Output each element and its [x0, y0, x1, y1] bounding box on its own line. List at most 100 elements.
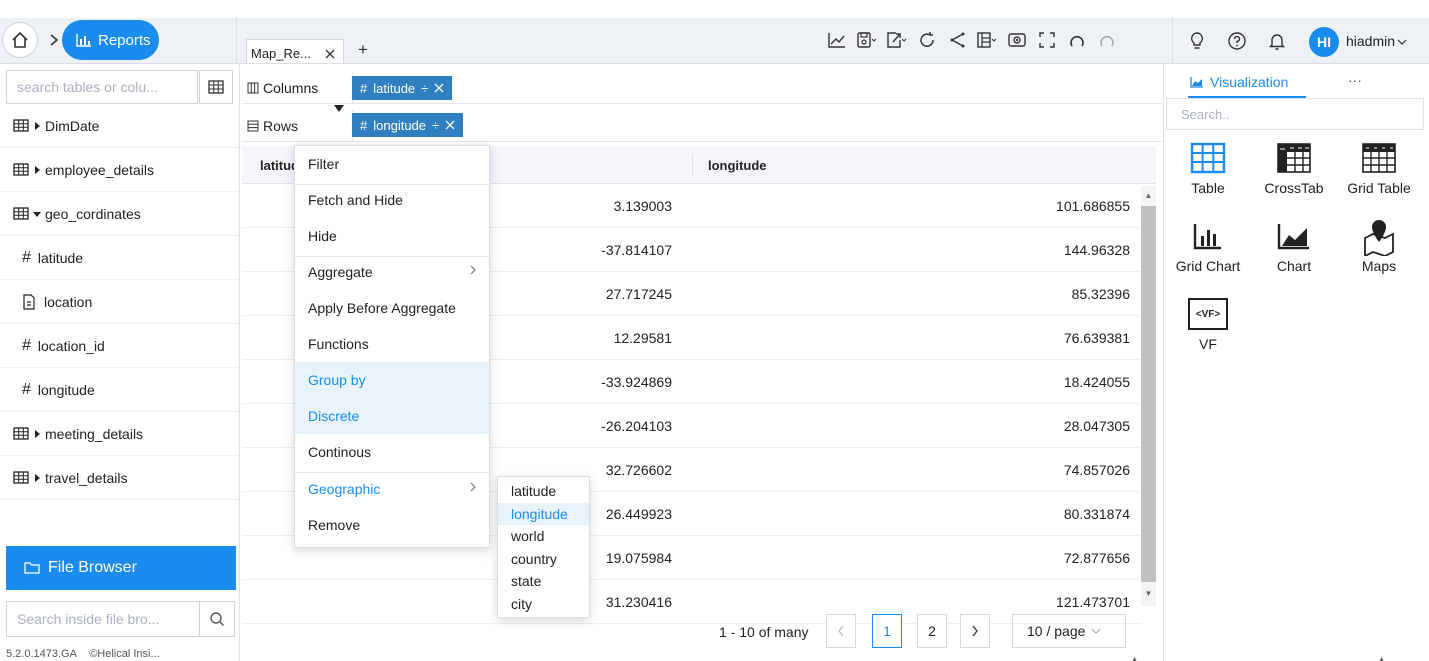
page-2-button[interactable]: 2 [917, 614, 947, 648]
share-button[interactable] [946, 26, 968, 54]
remove-pill-icon[interactable] [445, 120, 455, 130]
menu-item[interactable]: Group by [295, 362, 489, 398]
viz-grid-chart[interactable]: Grid Chart [1168, 214, 1248, 274]
tree-item[interactable]: geo_cordinates [0, 192, 239, 236]
map-pin-icon [1364, 220, 1394, 256]
line-chart-button[interactable] [826, 26, 848, 54]
notifications-button[interactable] [1265, 28, 1289, 54]
submenu-item[interactable]: city [498, 593, 589, 615]
more-options-button[interactable]: ··· [1348, 72, 1362, 88]
page-size-label: 10 / page [1027, 623, 1086, 639]
page-1-button[interactable]: 1 [872, 614, 902, 648]
tree-item[interactable]: location [0, 280, 239, 324]
menu-item[interactable]: Continous [295, 434, 489, 470]
page-size-select[interactable]: 10 / page [1012, 614, 1126, 648]
visualization-search-input[interactable]: Search.. [1166, 98, 1424, 130]
move-icon[interactable]: ÷ [432, 118, 439, 133]
file-browser-button[interactable]: File Browser [6, 546, 236, 590]
viz-maps[interactable]: Maps [1339, 214, 1419, 274]
move-icon[interactable]: ÷ [421, 81, 428, 96]
reports-button[interactable]: Reports [62, 20, 159, 60]
file-search-input[interactable]: Search inside file bro... [6, 601, 200, 637]
menu-item[interactable]: Geographic [295, 471, 489, 507]
home-button[interactable] [2, 22, 38, 58]
undo-button[interactable] [1066, 26, 1088, 54]
caret-right-icon[interactable] [32, 473, 42, 483]
column-header-longitude[interactable]: longitude [708, 158, 767, 173]
tree-item[interactable]: employee_details [0, 148, 239, 192]
submenu-item[interactable]: longitude [498, 502, 589, 525]
layout-menu-button[interactable] [976, 26, 998, 54]
tree-item[interactable]: DimDate [0, 104, 239, 148]
column-pill-latitude[interactable]: # latitude ÷ [352, 76, 453, 100]
menu-item[interactable]: Aggregate [295, 254, 489, 290]
lightbulb-icon [1190, 32, 1204, 49]
preview-button[interactable] [1006, 26, 1028, 54]
submenu-item[interactable]: country [498, 548, 589, 570]
scroll-down-icon[interactable]: ▼ [1141, 586, 1156, 600]
tab-visualization[interactable]: Visualization [1190, 74, 1288, 90]
menu-item[interactable]: Hide [295, 218, 489, 254]
line-chart-icon [828, 33, 845, 48]
viz-table-label: Table [1191, 180, 1225, 196]
prev-page-button[interactable] [826, 614, 856, 648]
viz-chart[interactable]: Chart [1254, 214, 1334, 274]
scroll-up-icon[interactable]: ▲ [1141, 188, 1156, 202]
menu-item[interactable]: Fetch and Hide [295, 182, 489, 218]
user-menu[interactable]: hiadmin [1346, 33, 1407, 49]
tree-item[interactable]: # location_id [0, 324, 239, 368]
caret-down-icon[interactable] [32, 209, 42, 219]
collapse-handle-icon[interactable]: ▴ [1379, 654, 1384, 661]
right-panel: Visualization ··· Search.. Table CrossTa… [1163, 64, 1429, 661]
columns-shelf-label: Columns [247, 80, 318, 96]
menu-item[interactable]: Filter [295, 146, 489, 182]
submenu-item[interactable]: world [498, 525, 589, 547]
menu-item[interactable]: Discrete [295, 398, 489, 434]
area-chart-icon [1277, 224, 1309, 250]
redo-button[interactable] [1096, 26, 1118, 54]
file-search-button[interactable] [199, 601, 235, 637]
menu-item[interactable]: Functions [295, 326, 489, 362]
cell-longitude: 18.424055 [1063, 374, 1130, 390]
scrollbar-thumb[interactable] [1141, 206, 1156, 582]
remove-pill-icon[interactable] [434, 83, 444, 93]
caret-right-icon[interactable] [32, 121, 42, 131]
tips-button[interactable] [1185, 28, 1209, 54]
table-view-button[interactable] [199, 70, 233, 104]
submenu-item[interactable]: latitude [498, 480, 589, 502]
viz-grid-table[interactable]: Grid Table [1339, 136, 1419, 196]
fullscreen-button[interactable] [1036, 26, 1058, 54]
chevron-down-icon [1091, 628, 1101, 634]
export-menu-button[interactable] [886, 26, 908, 54]
viz-table[interactable]: Table [1168, 136, 1248, 196]
caret-right-icon[interactable] [32, 165, 42, 175]
next-page-button[interactable] [960, 614, 990, 648]
menu-item[interactable]: Remove [295, 507, 489, 543]
help-button[interactable] [1225, 28, 1249, 54]
tree-item[interactable]: # latitude [0, 236, 239, 280]
save-icon [857, 32, 877, 48]
table-row[interactable]: 31.230416 121.473701 [242, 580, 1142, 624]
field-context-menu: Filter Fetch and Hide Hide Aggregate Apply B… [294, 145, 490, 548]
submenu-item[interactable]: state [498, 570, 589, 592]
menu-item[interactable]: Apply Before Aggregate [295, 290, 489, 326]
save-menu-button[interactable] [856, 26, 878, 54]
row-pill-longitude[interactable]: # longitude ÷ [352, 113, 464, 137]
cell-latitude: -37.814107 [601, 242, 672, 258]
tab-map-report[interactable]: Map_Re... [246, 39, 344, 63]
caret-right-icon[interactable] [32, 429, 42, 439]
viz-crosstab[interactable]: CrossTab [1254, 136, 1334, 196]
viz-vf[interactable]: <VF> VF [1168, 292, 1248, 352]
tree-item[interactable]: # longitude [0, 368, 239, 412]
cell-longitude: 121.473701 [1056, 594, 1130, 610]
cell-latitude: 27.717245 [605, 286, 672, 302]
close-tab-icon[interactable] [325, 49, 335, 59]
search-tables-input[interactable]: search tables or colu... [6, 70, 198, 104]
avatar[interactable]: HI [1309, 27, 1339, 57]
add-tab-button[interactable]: + [358, 40, 368, 60]
header-divider [236, 18, 237, 64]
tree-item[interactable]: travel_details [0, 456, 239, 500]
refresh-button[interactable] [916, 26, 938, 54]
tree-item[interactable]: meeting_details [0, 412, 239, 456]
resize-handle-icon[interactable]: ▴ [1132, 654, 1137, 661]
